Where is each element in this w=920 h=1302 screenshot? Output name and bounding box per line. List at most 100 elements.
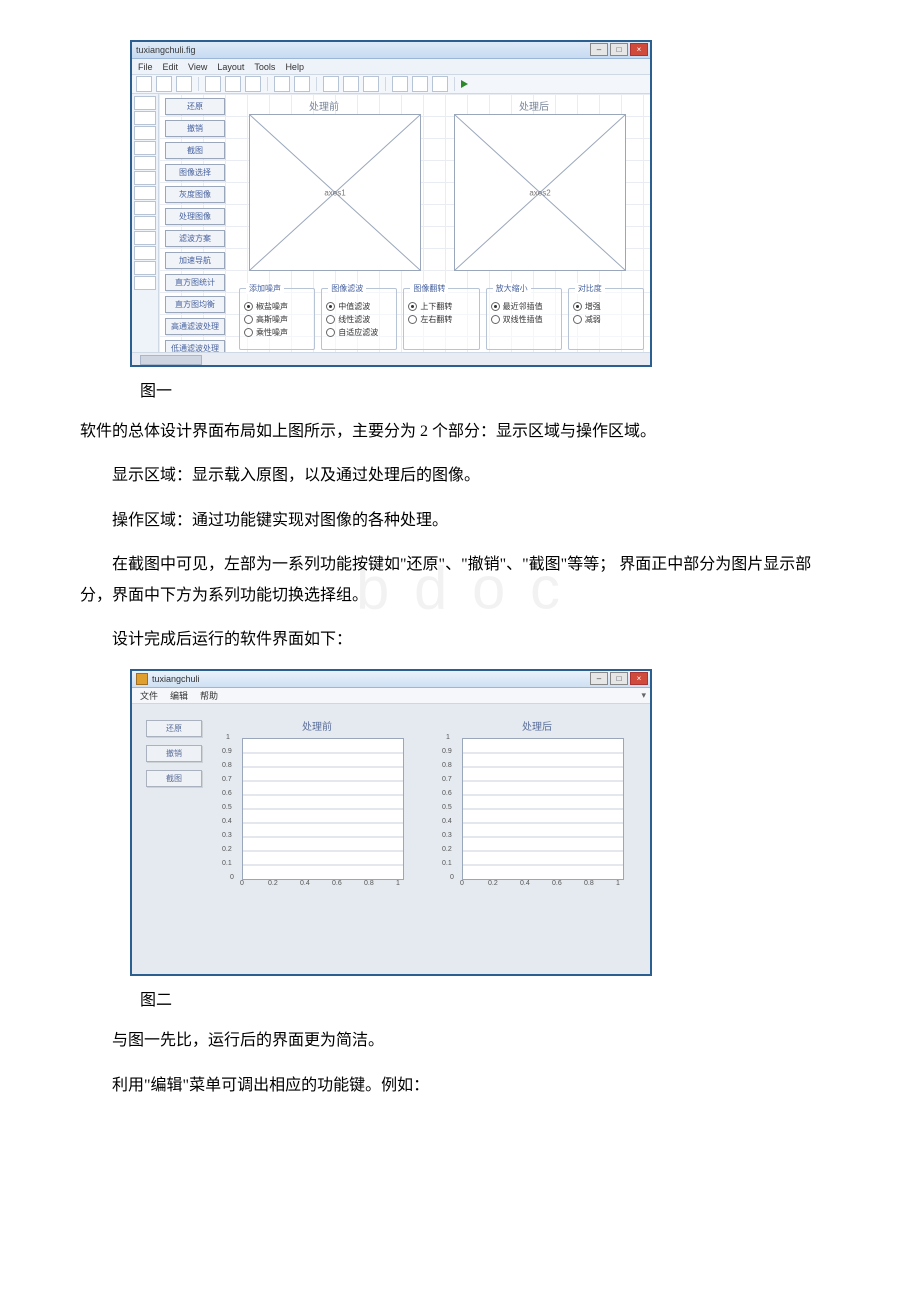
menu-help-zh[interactable]: 帮助 <box>200 689 218 702</box>
btn-nav[interactable]: 加速导航 <box>165 252 225 269</box>
fig1-axes-after[interactable]: axes2 <box>454 114 626 271</box>
btn-lowpass[interactable]: 低通滤波处理 <box>165 340 225 352</box>
minimize-button[interactable]: – <box>590 672 608 685</box>
btn-restore[interactable]: 还原 <box>146 720 202 737</box>
xtick: 0.8 <box>584 880 594 887</box>
palette-edit-icon[interactable] <box>134 171 156 185</box>
ytick: 0.8 <box>222 762 232 769</box>
para-7: 利用"编辑"菜单可调出相应的功能键。例如： <box>80 1071 840 1101</box>
menu-file-zh[interactable]: 文件 <box>140 689 158 702</box>
toolbar-editor-icon[interactable] <box>363 76 379 92</box>
btn-undo[interactable]: 撤销 <box>146 745 202 762</box>
xtick: 0.2 <box>488 880 498 887</box>
toolbar-property-icon[interactable] <box>432 76 448 92</box>
palette-radio-icon[interactable] <box>134 141 156 155</box>
btn-gray[interactable]: 灰度图像 <box>165 186 225 203</box>
menu-file[interactable]: File <box>138 62 153 72</box>
palette-slider-icon[interactable] <box>134 126 156 140</box>
toolbar-align-icon[interactable] <box>323 76 339 92</box>
menu-dropdown-icon[interactable]: ▾ <box>641 690 646 701</box>
fig2-axes-after[interactable] <box>462 738 624 880</box>
ytick: 1 <box>226 734 230 741</box>
menu-edit-zh[interactable]: 编辑 <box>170 689 188 702</box>
fig1-horizontal-scrollbar[interactable] <box>132 352 650 365</box>
radio-median[interactable]: 中值滤波 <box>326 301 392 312</box>
toolbar-separator <box>385 77 386 91</box>
ytick: 0 <box>230 874 234 881</box>
radio-nearest[interactable]: 最近邻插值 <box>491 301 557 312</box>
menu-layout[interactable]: Layout <box>217 62 244 72</box>
app-icon <box>136 673 148 685</box>
fig1-axes-before[interactable]: axes1 <box>249 114 421 271</box>
palette-popup-icon[interactable] <box>134 201 156 215</box>
toolbar-paste-icon[interactable] <box>245 76 261 92</box>
btn-hist-stat[interactable]: 直方图统计 <box>165 274 225 291</box>
ytick: 0.6 <box>442 790 452 797</box>
group-filter-title: 图像滤波 <box>328 283 366 294</box>
minimize-button[interactable]: – <box>590 43 608 56</box>
fig1-titlebar[interactable]: tuxiangchuli.fig – □ × <box>132 42 650 59</box>
btn-hist-eq[interactable]: 直方图均衡 <box>165 296 225 313</box>
group-noise: 添加噪声 椒盐噪声 高斯噪声 乘性噪声 <box>239 288 315 350</box>
btn-screenshot[interactable]: 截图 <box>165 142 225 159</box>
ytick: 0.5 <box>222 804 232 811</box>
radio-linear[interactable]: 线性滤波 <box>326 314 392 325</box>
fig2-titlebar[interactable]: tuxiangchuli – □ × <box>132 671 650 688</box>
toolbar-copy-icon[interactable] <box>225 76 241 92</box>
menu-edit[interactable]: Edit <box>163 62 179 72</box>
btn-restore[interactable]: 还原 <box>165 98 225 115</box>
palette-axes-icon[interactable] <box>134 261 156 275</box>
toolbar-cut-icon[interactable] <box>205 76 221 92</box>
maximize-button[interactable]: □ <box>610 672 628 685</box>
btn-process[interactable]: 处理图像 <box>165 208 225 225</box>
palette-table-icon[interactable] <box>134 246 156 260</box>
radio-gaussian-noise[interactable]: 高斯噪声 <box>244 314 310 325</box>
radio-weaken[interactable]: 减弱 <box>573 314 639 325</box>
fig2-axes-before[interactable] <box>242 738 404 880</box>
palette-pointer-icon[interactable] <box>134 96 156 110</box>
fig1-label-before: 处理前 <box>309 98 339 113</box>
radio-speckle-noise[interactable]: 乘性噪声 <box>244 327 310 338</box>
toolbar-new-icon[interactable] <box>136 76 152 92</box>
figure-1-window: tuxiangchuli.fig – □ × File Edit View La… <box>130 40 652 367</box>
palette-listbox-icon[interactable] <box>134 216 156 230</box>
radio-flip-h[interactable]: 左右翻转 <box>408 314 474 325</box>
ytick: 0.9 <box>222 748 232 755</box>
toolbar-open-icon[interactable] <box>156 76 172 92</box>
radio-enhance[interactable]: 增强 <box>573 301 639 312</box>
radio-salt-pepper[interactable]: 椒盐噪声 <box>244 301 310 312</box>
palette-checkbox-icon[interactable] <box>134 156 156 170</box>
toolbar-redo-icon[interactable] <box>294 76 310 92</box>
maximize-button[interactable]: □ <box>610 43 628 56</box>
ytick: 0.8 <box>442 762 452 769</box>
palette-pushbutton-icon[interactable] <box>134 111 156 125</box>
palette-toggle-icon[interactable] <box>134 231 156 245</box>
radio-flip-v[interactable]: 上下翻转 <box>408 301 474 312</box>
fig1-toolbar <box>132 75 650 94</box>
btn-select[interactable]: 图像选择 <box>165 164 225 181</box>
palette-text-icon[interactable] <box>134 186 156 200</box>
toolbar-run-icon[interactable] <box>461 80 468 88</box>
btn-filter-plan[interactable]: 滤波方案 <box>165 230 225 247</box>
menu-view[interactable]: View <box>188 62 207 72</box>
close-button[interactable]: × <box>630 43 648 56</box>
close-button[interactable]: × <box>630 672 648 685</box>
btn-screenshot[interactable]: 截图 <box>146 770 202 787</box>
fig1-axes1-name: axes1 <box>324 188 345 197</box>
toolbar-distribute-icon[interactable] <box>343 76 359 92</box>
xtick: 0.2 <box>268 880 278 887</box>
para-3: 操作区域：通过功能键实现对图像的各种处理。 <box>80 506 840 536</box>
toolbar-toolbar-editor-icon[interactable] <box>412 76 428 92</box>
ytick: 0.6 <box>222 790 232 797</box>
btn-highpass[interactable]: 高通滤波处理 <box>165 318 225 335</box>
toolbar-save-icon[interactable] <box>176 76 192 92</box>
palette-panel-icon[interactable] <box>134 276 156 290</box>
menu-help[interactable]: Help <box>285 62 304 72</box>
fig1-canvas[interactable]: 还原 撤销 截图 图像选择 灰度图像 处理图像 滤波方案 加速导航 直方图统计 … <box>159 94 650 352</box>
menu-tools[interactable]: Tools <box>254 62 275 72</box>
radio-bilinear[interactable]: 双线性插值 <box>491 314 557 325</box>
toolbar-tab-order-icon[interactable] <box>392 76 408 92</box>
btn-undo[interactable]: 撤销 <box>165 120 225 137</box>
radio-adaptive[interactable]: 自适应滤波 <box>326 327 392 338</box>
toolbar-undo-icon[interactable] <box>274 76 290 92</box>
